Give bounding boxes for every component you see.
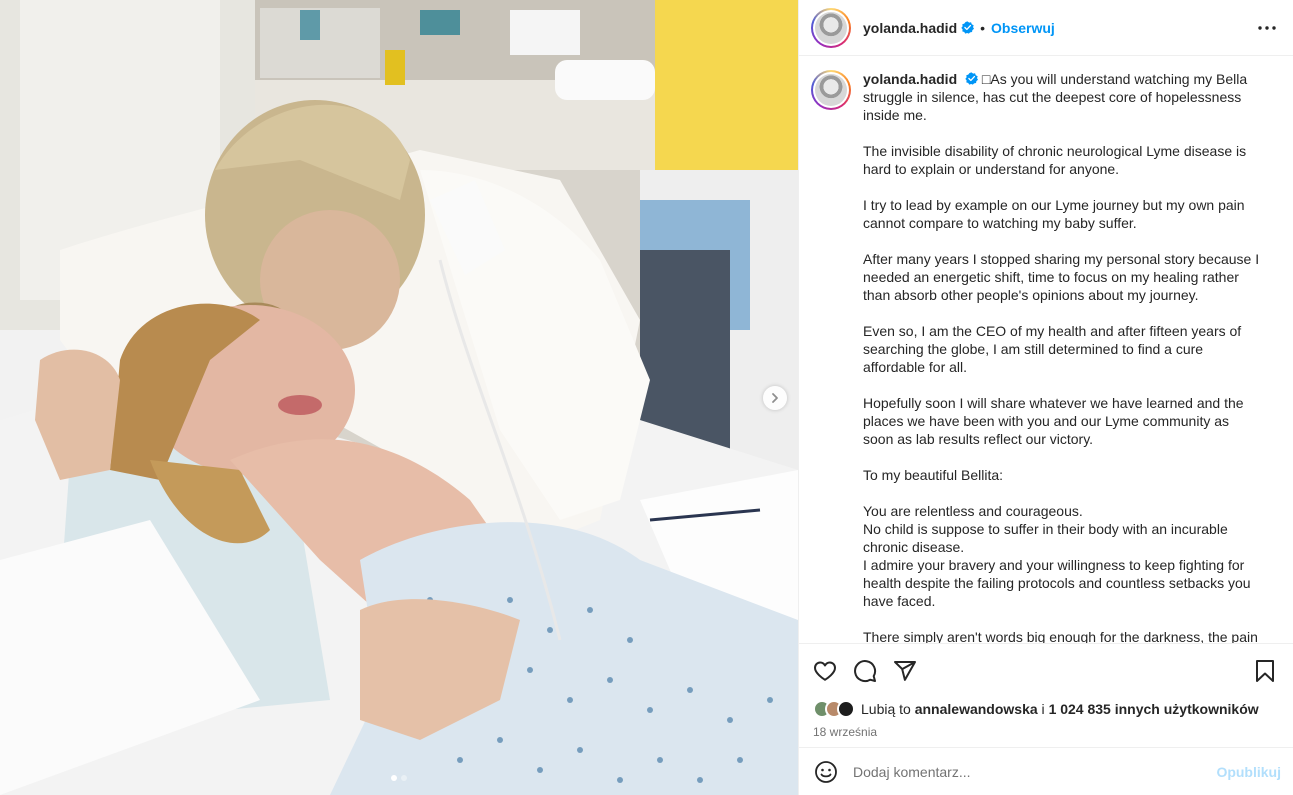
carousel-dot (401, 775, 407, 781)
caption-line: You are relentless and courageous. (863, 503, 1083, 519)
caption: yolanda.hadid □As you will understand wa… (811, 70, 1277, 643)
follow-button[interactable]: Obserwuj (991, 20, 1055, 36)
comment-icon (854, 659, 877, 682)
caption-paragraph: The invisible disability of chronic neur… (863, 143, 1247, 177)
post-photo (0, 0, 798, 795)
likes-summary[interactable]: Lubią to annalewandowska i 1 024 835 inn… (799, 697, 1293, 721)
verified-badge-icon (965, 72, 979, 85)
comment-button[interactable] (845, 651, 885, 691)
post-date[interactable]: 18 września (799, 721, 1293, 747)
caption-paragraph: To my beautiful Bellita: (863, 467, 1004, 483)
bookmark-icon (1256, 659, 1274, 682)
emoji-icon (815, 760, 837, 783)
caption-line: I admire your bravery and your willingne… (863, 557, 1251, 609)
likes-count[interactable]: 1 024 835 innych użytkowników (1049, 701, 1259, 717)
caption-line: There simply aren't words big enough for… (863, 629, 1258, 643)
caption-paragraph: After many years I stopped sharing my pe… (863, 251, 1260, 303)
action-bar (799, 643, 1293, 697)
caption-paragraph: I try to lead by example on our Lyme jou… (863, 197, 1245, 231)
author-avatar[interactable] (811, 7, 851, 48)
carousel-indicator (0, 775, 798, 781)
like-button[interactable] (805, 651, 845, 691)
chevron-right-icon (772, 393, 778, 403)
caption-text: yolanda.hadid □As you will understand wa… (863, 70, 1263, 643)
liker-avatars (813, 700, 855, 718)
verified-badge-icon (961, 21, 975, 34)
comments-section[interactable]: yolanda.hadid □As you will understand wa… (799, 56, 1293, 643)
caption-line: No child is suppose to suffer in their b… (863, 521, 1228, 555)
first-liker-username[interactable]: annalewandowska (915, 701, 1038, 717)
author-username[interactable]: yolanda.hadid (863, 20, 957, 36)
publish-button[interactable]: Opublikuj (1216, 764, 1281, 780)
carousel-dot (391, 775, 397, 781)
more-options-icon (1258, 25, 1276, 30)
more-options-button[interactable] (1255, 16, 1279, 40)
save-button[interactable] (1245, 651, 1285, 691)
share-button[interactable] (885, 651, 925, 691)
instagram-post-modal: yolanda.hadid • Obserwuj yolanda.hadid □… (0, 0, 1293, 795)
heart-icon (814, 661, 836, 681)
likes-prefix: Lubią to (861, 701, 911, 717)
post-side-panel: yolanda.hadid • Obserwuj yolanda.hadid □… (798, 0, 1293, 795)
separator-bullet: • (980, 19, 986, 36)
emoji-button[interactable] (813, 759, 839, 785)
caption-paragraph: Even so, I am the CEO of my health and a… (863, 323, 1242, 375)
share-icon (894, 660, 916, 681)
caption-paragraph: Hopefully soon I will share whatever we … (863, 395, 1244, 447)
add-comment-bar: Opublikuj (799, 747, 1293, 795)
caption-author-avatar[interactable] (811, 70, 851, 110)
caption-username[interactable]: yolanda.hadid (863, 71, 957, 87)
post-header: yolanda.hadid • Obserwuj (799, 0, 1293, 56)
carousel-next-button[interactable] (763, 386, 787, 410)
likes-connector: i (1041, 701, 1045, 717)
liker-avatar (837, 700, 855, 718)
comment-input[interactable] (853, 763, 1217, 780)
post-media[interactable] (0, 0, 798, 795)
